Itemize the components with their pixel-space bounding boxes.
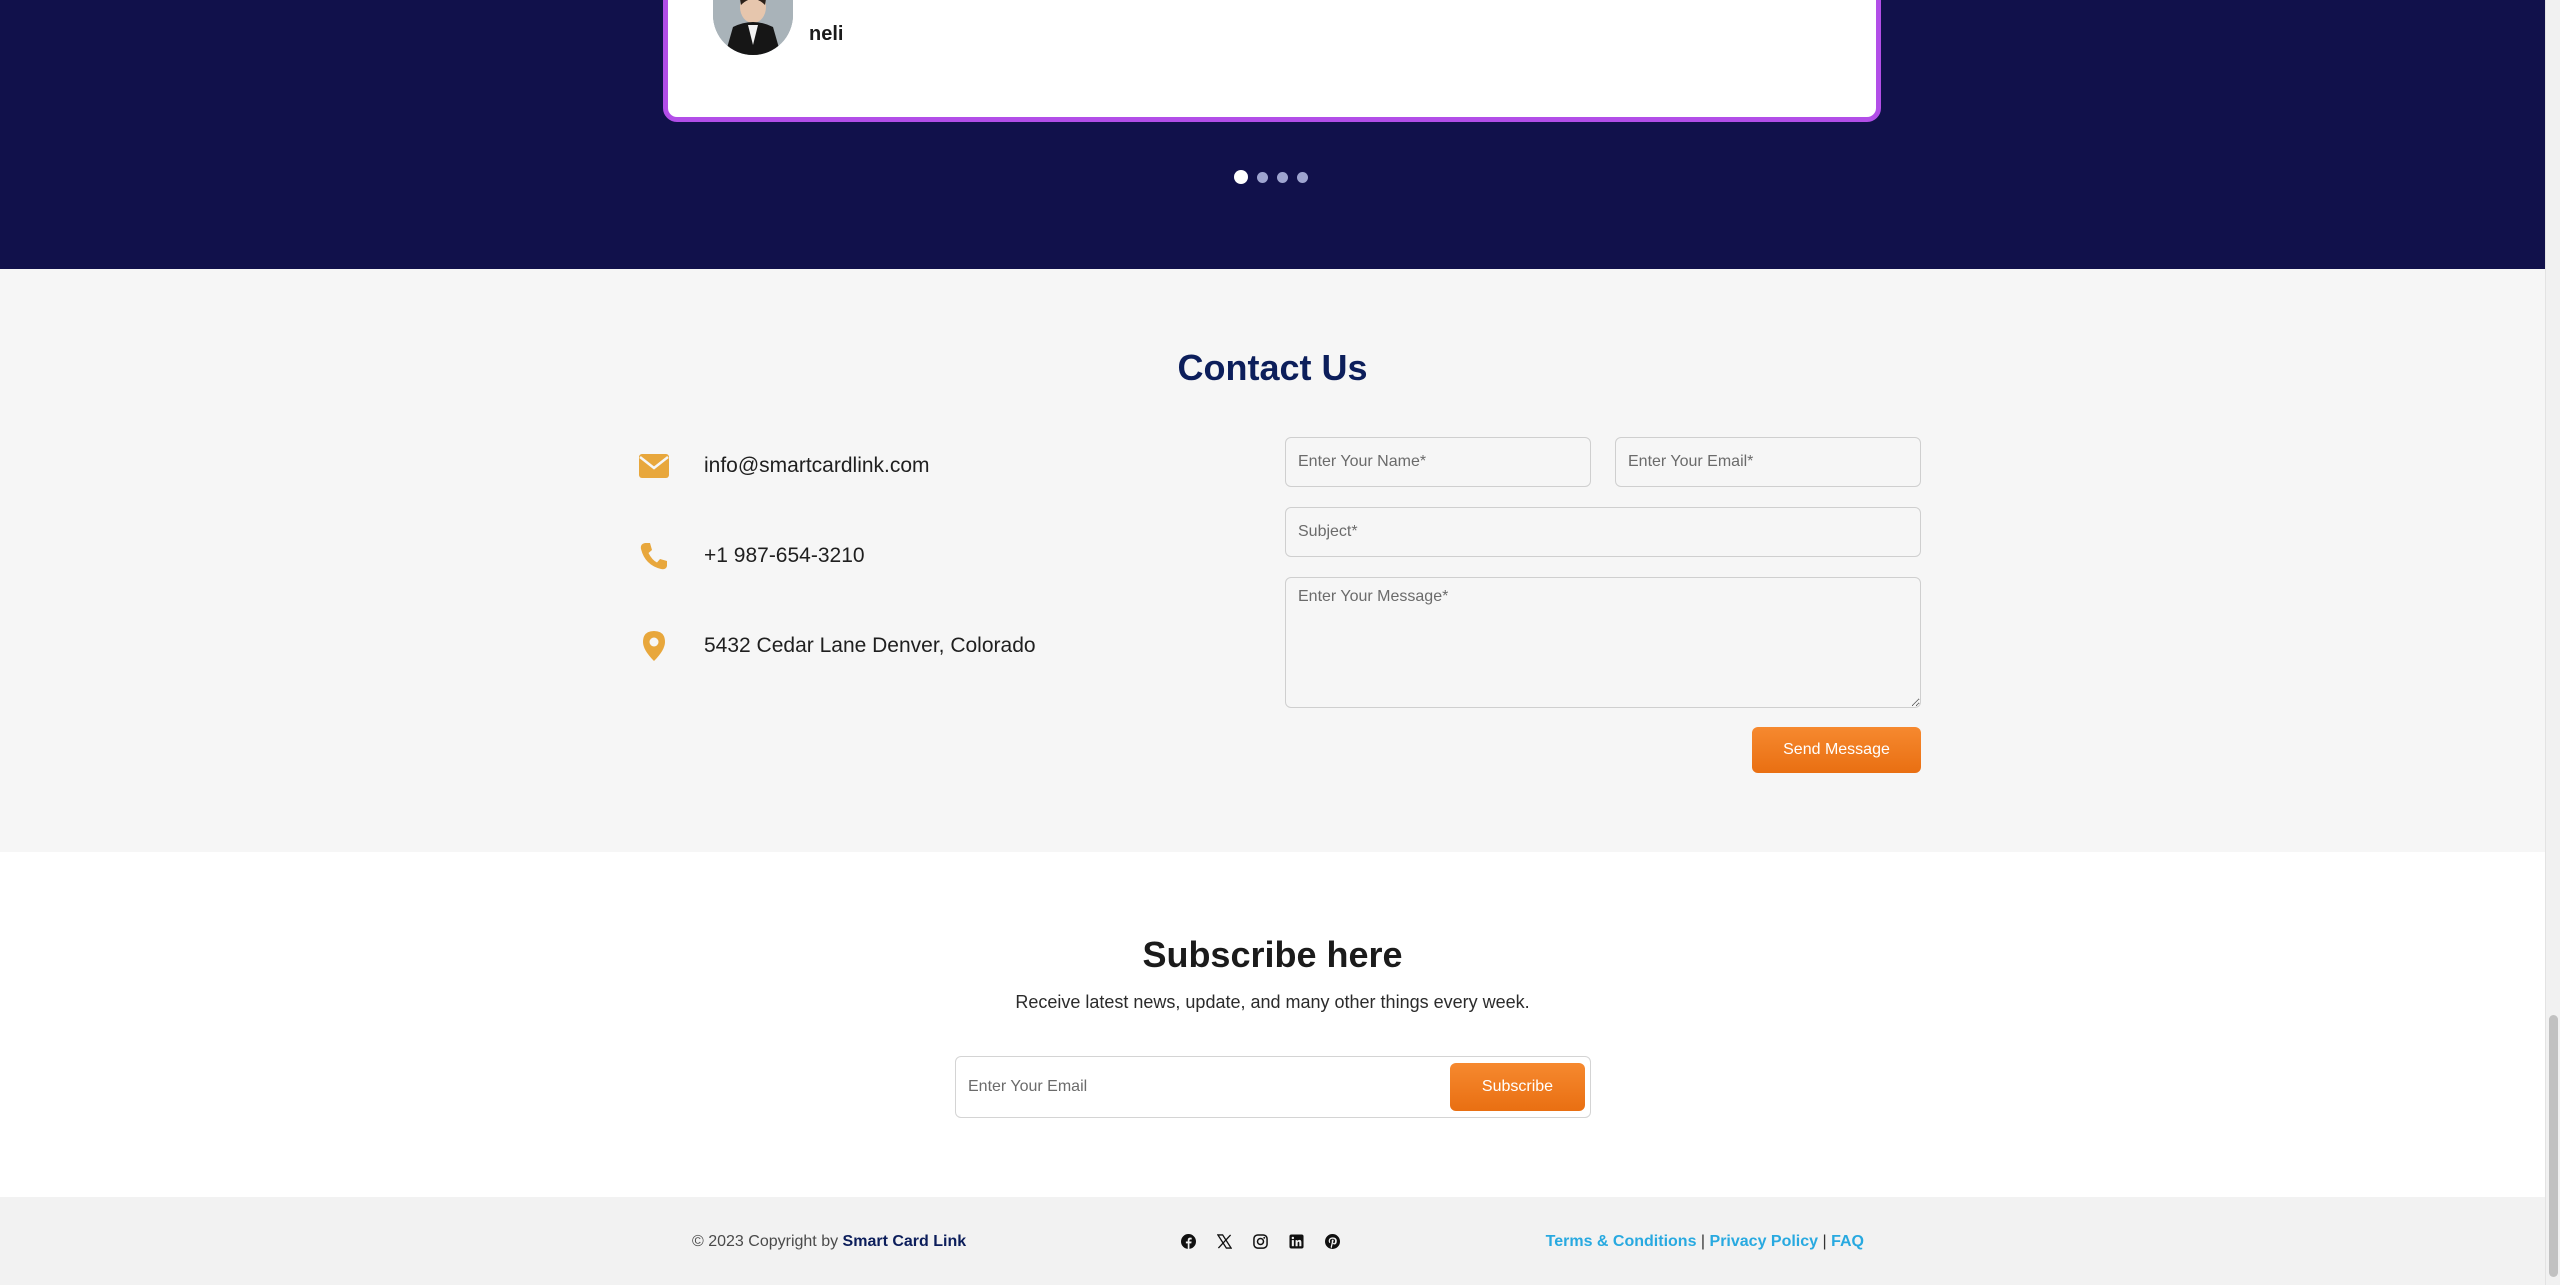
carousel-dot-2[interactable] — [1257, 171, 1268, 183]
message-field[interactable] — [1285, 577, 1921, 708]
brand-link[interactable]: Smart Card Link — [843, 1233, 967, 1250]
contact-title: Contact Us — [1177, 347, 1368, 388]
envelope-icon — [637, 449, 671, 483]
carousel-dots — [1234, 170, 1308, 184]
subscribe-description: Receive latest news, update, and many ot… — [1015, 992, 1530, 1012]
map-pin-icon — [637, 629, 671, 663]
copyright-text: © 2023 Copyright by — [692, 1233, 839, 1250]
name-field[interactable] — [1285, 437, 1591, 487]
privacy-link[interactable]: Privacy Policy — [1710, 1233, 1819, 1250]
terms-link[interactable]: Terms & Conditions — [1546, 1233, 1697, 1250]
email-field[interactable] — [1615, 437, 1921, 487]
link-separator: | — [1700, 1233, 1706, 1250]
subscribe-form: Subscribe — [955, 1056, 1591, 1118]
x-icon[interactable] — [1216, 1233, 1232, 1249]
contact-email-row: info@smartcardlink.com — [637, 449, 930, 483]
subscribe-section: Subscribe here Receive latest news, upda… — [0, 852, 2545, 1197]
legal-links: Terms & Conditions | Privacy Policy | FA… — [1546, 1233, 1864, 1251]
instagram-icon[interactable] — [1252, 1233, 1268, 1249]
linkedin-icon[interactable] — [1288, 1233, 1304, 1249]
phone-icon — [637, 539, 671, 573]
carousel-dot-4[interactable] — [1297, 171, 1308, 183]
subject-field[interactable] — [1285, 507, 1921, 557]
subscribe-button[interactable]: Subscribe — [1450, 1063, 1585, 1111]
contact-phone[interactable]: +1 987-654-3210 — [704, 544, 865, 568]
contact-phone-row: +1 987-654-3210 — [637, 539, 865, 573]
contact-email[interactable]: info@smartcardlink.com — [704, 454, 930, 478]
testimonial-card: neli — [663, 0, 1881, 122]
testimonial-section: neli — [0, 0, 2545, 269]
contact-address-row: 5432 Cedar Lane Denver, Colorado — [637, 629, 1036, 663]
footer: © 2023 Copyright by Smart Card Link Term… — [0, 1197, 2545, 1285]
pinterest-icon[interactable] — [1324, 1233, 1340, 1249]
faq-link[interactable]: FAQ — [1831, 1233, 1864, 1250]
send-message-button[interactable]: Send Message — [1752, 727, 1921, 773]
copyright: © 2023 Copyright by Smart Card Link — [692, 1233, 966, 1251]
carousel-dot-3[interactable] — [1277, 171, 1288, 183]
facebook-icon[interactable] — [1180, 1233, 1196, 1249]
subscribe-email-input[interactable] — [957, 1058, 1437, 1116]
avatar — [713, 0, 793, 55]
contact-section: Contact Us info@smartcardlink.com +1 987… — [0, 269, 2545, 852]
scrollbar-thumb[interactable] — [2549, 1015, 2558, 1277]
testimonial-author-name: neli — [809, 23, 844, 45]
subscribe-title: Subscribe here — [1142, 934, 1403, 975]
carousel-dot-1[interactable] — [1234, 170, 1248, 184]
contact-address: 5432 Cedar Lane Denver, Colorado — [704, 634, 1036, 657]
social-links — [1180, 1233, 1340, 1249]
page-scrollbar[interactable] — [2545, 0, 2560, 1285]
link-separator: | — [1822, 1233, 1827, 1250]
